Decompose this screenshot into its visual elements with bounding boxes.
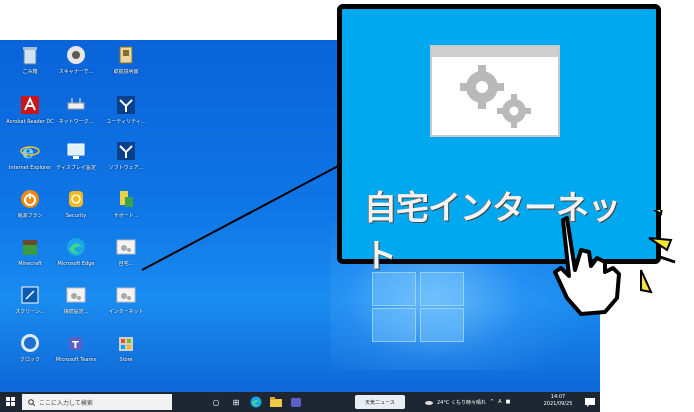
desktop-icon-edge[interactable]: Microsoft Edge xyxy=(48,234,104,288)
desktop-icon-display[interactable]: ディスプレイ設定 xyxy=(48,138,104,192)
ime-icon[interactable]: ■ xyxy=(506,399,511,405)
desktop-icon-internet[interactable]: インターネット xyxy=(98,282,154,336)
desktop-icon-software[interactable]: ソフトウェア... xyxy=(98,138,154,192)
chevron-up-icon[interactable]: ^ xyxy=(490,399,494,405)
desktop-icon-support[interactable]: サポート... xyxy=(98,186,154,240)
settings-shortcut-icon xyxy=(115,236,137,258)
icon-label: スキャナーで... xyxy=(58,69,94,75)
tablet-app-icon xyxy=(19,284,41,306)
desktop-icon-manual[interactable]: 取扱説明書 xyxy=(98,42,154,96)
scanner-icon xyxy=(65,44,87,66)
desktop-icon-security[interactable]: Security xyxy=(48,186,104,240)
notification-icon[interactable] xyxy=(582,394,598,410)
y-app-2-icon xyxy=(115,140,137,162)
svg-text:T: T xyxy=(72,340,79,351)
news-widget[interactable]: 天気ニュース xyxy=(355,395,405,409)
start-button[interactable] xyxy=(0,392,22,412)
desktop-icon-store[interactable]: Store xyxy=(98,330,154,384)
input-mode-icon[interactable]: A xyxy=(498,399,501,405)
security-app-icon xyxy=(65,188,87,210)
wallpaper-tile xyxy=(420,272,464,306)
teams-taskbar-icon[interactable] xyxy=(288,394,304,410)
icon-label: インターネット xyxy=(108,309,144,315)
power-app-icon xyxy=(19,188,41,210)
windows-logo-icon xyxy=(6,397,15,406)
svg-text:e: e xyxy=(22,141,34,161)
display-settings-icon xyxy=(65,140,87,162)
desktop-icon-home-internet-small[interactable]: 自宅... xyxy=(98,234,154,288)
icon-label: ユーティリティ... xyxy=(106,119,146,125)
teams-icon: T xyxy=(65,332,87,354)
system-tray: 24°C くもり時々晴れ ^ A ■ xyxy=(425,392,510,412)
icon-label: サポート... xyxy=(113,213,139,219)
icon-label: 取扱説明書 xyxy=(113,69,139,75)
desktop-icon-scanner[interactable]: スキャナーで... xyxy=(48,42,104,96)
search-icon xyxy=(28,398,35,406)
task-view-icon[interactable]: ○ xyxy=(208,394,224,410)
settings-window-icon xyxy=(430,45,560,137)
desktop-icon-connection[interactable]: 接続設定... xyxy=(48,282,104,336)
network-device-icon xyxy=(65,94,87,116)
recycle-bin-icon xyxy=(19,44,41,66)
edge-icon xyxy=(65,236,87,258)
taskbar-search-box[interactable]: ここに入力して検索 xyxy=(22,394,172,410)
icon-label: Microsoft Teams xyxy=(55,357,97,363)
icon-label: Store xyxy=(119,357,133,363)
wallpaper-tile xyxy=(372,272,416,306)
y-app-icon xyxy=(115,94,137,116)
taskbar: ここに入力して検索 ○ ⊞ 天気ニュース 24°C くもり時々晴れ ^ A ■ … xyxy=(0,392,600,412)
icon-label: Security xyxy=(65,213,87,219)
weather-icon xyxy=(425,401,433,405)
wallpaper-tile xyxy=(420,308,464,342)
search-placeholder: ここに入力して検索 xyxy=(39,399,93,407)
weather-text: 24°C くもり時々晴れ xyxy=(437,399,486,406)
edge-taskbar-icon[interactable] xyxy=(248,394,264,410)
adobe-acrobat-icon xyxy=(19,94,41,116)
tools-app-icon xyxy=(115,188,137,210)
file-explorer-icon[interactable] xyxy=(268,394,284,410)
internet-explorer-icon: e xyxy=(19,140,41,162)
widgets-icon[interactable]: ⊞ xyxy=(228,394,244,410)
icon-label: ネットワーク... xyxy=(58,119,94,125)
wallpaper-tile xyxy=(372,308,416,342)
folder-icon xyxy=(115,44,137,66)
clock-date: 2021/09/25 xyxy=(543,401,573,407)
store-icon xyxy=(115,332,137,354)
clock-time: 14:07 xyxy=(550,394,566,400)
icon-label: ソフトウェア... xyxy=(108,165,144,171)
icon-label: Microsoft Edge xyxy=(57,261,95,267)
gear-shortcut-icon xyxy=(65,284,87,306)
icon-label: ディスプレイ設定 xyxy=(56,165,96,171)
icon-label: 接続設定... xyxy=(63,309,89,315)
desktop-icon-teams[interactable]: T Microsoft Teams xyxy=(48,330,104,384)
hand-cursor-icon xyxy=(553,210,676,316)
icon-label: 自宅... xyxy=(118,261,134,267)
clock-app-icon xyxy=(19,332,41,354)
minecraft-icon xyxy=(19,236,41,258)
taskbar-clock[interactable]: 14:07 2021/09/25 xyxy=(540,394,576,408)
gear-shortcut-2-icon xyxy=(115,284,137,306)
